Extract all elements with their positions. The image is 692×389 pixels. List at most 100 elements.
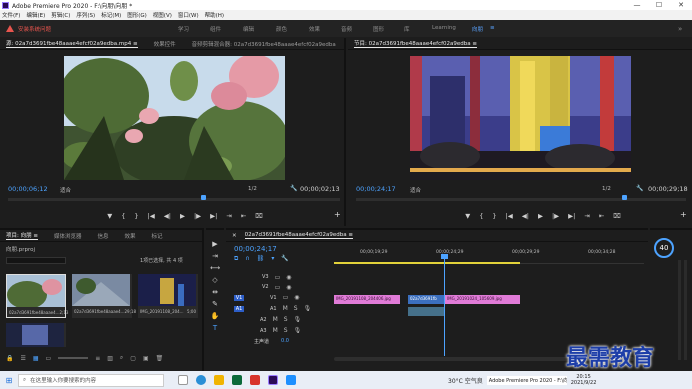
ripple-edit-tool-icon[interactable]: ⟷ [210,264,220,272]
task-view-icon[interactable] [178,375,188,385]
lock-icon[interactable]: 🔒 [6,355,13,362]
source-scrub-bar[interactable] [8,198,340,201]
program-add-marker-icon[interactable]: ▼ [465,212,470,220]
workspace-tab-audio[interactable]: 音频 [341,25,352,33]
tab-source[interactable]: 源: 02a7d3691fbe48aaae4efcf02a9edba.mp4 ≡ [6,39,138,48]
nest-icon[interactable]: ⧉ [234,255,238,263]
step-back-icon[interactable]: ◀| [164,212,171,220]
program-add-button-icon[interactable]: + [680,210,687,219]
windows-start-icon[interactable]: ⊞ [0,376,18,385]
snap-icon[interactable]: ∩ [245,255,249,263]
program-fit-dropdown[interactable]: 适合 [410,186,421,194]
tab-audio-clip-mixer[interactable]: 音频剪辑混合器: 02a7d3691fbe48aaae4efcf02a9edba [192,40,336,48]
video-clip[interactable]: 02a7d3691fb [408,295,444,304]
workspace-tab-graphics[interactable]: 图形 [373,25,384,33]
workspace-tab-xiangpeng[interactable]: 向朋 [472,25,483,33]
workspace-menu-icon[interactable]: ≡ [490,25,495,31]
menu-marker[interactable]: 标记(M) [101,11,121,19]
workspace-tab-learn[interactable]: 学习 [178,25,189,33]
source-resolution-dropdown[interactable]: 1/2 [248,186,257,192]
project-item[interactable]: 02a7d3691fbe48aaae4... 2;13 [6,274,68,318]
export-frame-icon[interactable]: ⌧ [255,212,263,220]
selection-tool-icon[interactable]: ▶ [212,240,217,248]
program-mark-out-icon[interactable]: } [492,212,496,220]
overwrite-icon[interactable]: ⇤ [241,212,246,220]
tab-sequence[interactable]: 02a7d3691fbe48aaae4efcf02a9edba ≡ [244,232,354,239]
eye-icon[interactable]: ◉ [286,284,291,291]
wps-icon[interactable] [250,375,260,385]
program-go-to-out-icon[interactable]: ▶| [568,212,575,220]
track-header-v3[interactable]: V3 ▭ ◉ [232,272,332,282]
program-wrench-icon[interactable]: 🔧 [636,185,643,192]
extract-icon[interactable]: ⇤ [599,212,604,220]
sync-lock-icon[interactable]: ▭ [275,274,281,281]
taskbar-active-app[interactable]: Adobe Premiere Pro 2020 - F:\向朋\向朋 * [486,375,567,385]
icon-view-icon[interactable]: ▦ [33,355,39,362]
master-track-header[interactable]: 主声道 0.0 [232,336,332,346]
solo-icon[interactable]: S [284,327,288,334]
timeline-playhead[interactable] [444,256,445,356]
program-timecode[interactable]: 00;00;24;17 [356,185,396,193]
menu-view[interactable]: 视图(V) [153,11,172,19]
mark-out-icon[interactable]: } [134,212,138,220]
new-bin-icon[interactable]: ▢ [130,355,136,362]
work-area-bar[interactable] [334,262,520,264]
automate-icon[interactable]: ▥ [107,355,113,362]
clock[interactable]: 20:15 2021/9/22 [571,374,597,386]
insert-icon[interactable]: ⇥ [226,212,231,220]
pen-tool-icon[interactable]: ✎ [212,300,218,308]
timeline-timecode[interactable]: 00;00;24;17 [234,245,277,253]
program-play-icon[interactable]: ▶ [538,212,543,220]
slip-tool-icon[interactable]: ⇹ [212,288,218,296]
project-item[interactable] [6,323,66,347]
video-clip[interactable]: IMG_20191024_105609.jpg [445,295,520,304]
track-header-v1[interactable]: V1 V1 ▭ ◉ [232,292,332,303]
source-fit-dropdown[interactable]: 适合 [60,186,71,194]
mute-icon[interactable]: M [273,316,278,323]
hand-tool-icon[interactable]: ✋ [211,312,220,320]
workspace-tab-libraries[interactable]: 库 [404,25,410,33]
mic-icon[interactable]: 🎙 [304,305,312,312]
close-sequence-icon[interactable]: ✕ [232,233,237,239]
app2-icon[interactable] [286,375,296,385]
tab-effects[interactable]: 效果 [125,232,136,240]
minimize-button[interactable]: — [626,0,648,10]
audio-clip[interactable] [408,307,444,316]
source-add-button-icon[interactable]: + [334,210,341,219]
app-icon[interactable] [232,375,242,385]
eye-icon[interactable]: ◉ [286,274,291,281]
track-header-a2[interactable]: A2 M S 🎙 [232,314,332,325]
program-scrub-bar[interactable] [356,198,686,201]
maximize-button[interactable]: ☐ [648,0,670,10]
solo-icon[interactable]: S [294,305,298,312]
edge-icon[interactable] [196,375,206,385]
workspace-tab-learning[interactable]: Learning [432,25,456,31]
program-resolution-dropdown[interactable]: 1/2 [602,186,611,192]
type-tool-icon[interactable]: T [213,324,217,332]
mic-icon[interactable]: 🎙 [294,327,302,334]
taskbar-search[interactable]: ⌕ 在这里输入你要搜索的内容 [18,373,164,387]
more-workspaces-icon[interactable]: » [678,25,682,33]
new-item-icon[interactable]: ▣ [143,355,149,362]
premiere-taskbar-icon[interactable] [268,375,278,385]
play-icon[interactable]: ▶ [180,212,185,220]
zoom-slider[interactable] [58,357,89,359]
sync-lock-icon[interactable]: ▭ [275,284,281,291]
menu-file[interactable]: 文件(F) [2,11,20,19]
lift-icon[interactable]: ⇥ [584,212,589,220]
program-playhead[interactable] [622,195,627,200]
sync-lock-icon[interactable]: ▭ [283,294,289,301]
mute-icon[interactable]: M [283,305,288,312]
menu-sequence[interactable]: 序列(S) [76,11,95,19]
mark-in-icon[interactable]: { [121,212,125,220]
program-go-to-in-icon[interactable]: |◀ [506,212,513,220]
workspace-tab-color[interactable]: 颜色 [276,25,287,33]
list-view-icon[interactable]: ☰ [20,355,25,362]
add-marker-icon[interactable]: ▾ [271,255,274,263]
linked-selection-icon[interactable]: ⛓ [257,255,265,263]
mic-icon[interactable]: 🎙 [294,316,302,323]
razor-tool-icon[interactable]: ◇ [212,276,217,284]
track-select-tool-icon[interactable]: ⇥ [212,252,218,260]
tab-media-browser[interactable]: 媒体浏览器 [54,232,82,240]
tab-info[interactable]: 信息 [97,232,108,240]
